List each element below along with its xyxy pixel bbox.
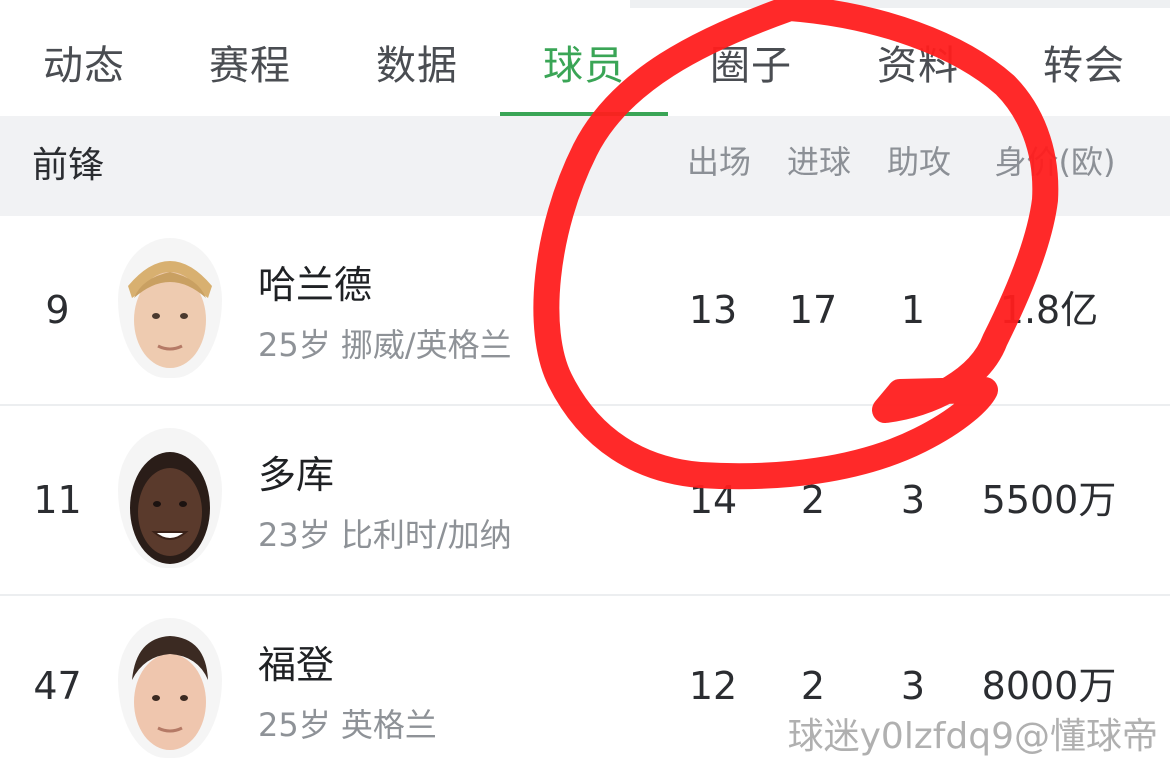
tab-label: 球员 xyxy=(543,43,625,89)
tab-data[interactable]: 数据 xyxy=(333,8,501,116)
player-info: 25岁 英格兰 xyxy=(258,706,437,744)
tab-label: 资料 xyxy=(877,43,959,89)
player-avatar xyxy=(118,238,222,378)
player-info: 25岁 挪威/英格兰 xyxy=(258,326,512,364)
tab-bar: 动态 赛程 数据 球员 圈子 资料 转会 xyxy=(0,8,1170,116)
position-header: 前锋 出场 进球 助攻 身价(欧) xyxy=(0,116,1170,216)
shirt-number: 11 xyxy=(33,478,82,522)
tab-circle[interactable]: 圈子 xyxy=(667,8,835,116)
stat-appearances: 14 xyxy=(688,478,738,522)
stat-value: 1.8亿 xyxy=(999,288,1099,332)
tab-profile[interactable]: 资料 xyxy=(834,8,1002,116)
stat-goals: 2 xyxy=(800,478,826,522)
stat-goals: 17 xyxy=(788,288,838,332)
stat-assists: 1 xyxy=(900,288,926,332)
tab-players[interactable]: 球员 xyxy=(500,8,668,116)
shirt-number: 47 xyxy=(33,664,82,708)
stat-value: 5500万 xyxy=(981,478,1117,522)
col-appearances: 出场 xyxy=(686,143,751,181)
player-avatar xyxy=(118,428,222,568)
stat-appearances: 12 xyxy=(688,664,738,708)
watermark: 球迷y0lzfdq9@懂球帝 xyxy=(787,716,1158,757)
tab-label: 动态 xyxy=(43,43,125,89)
player-avatar xyxy=(118,618,222,758)
player-name: 多库 xyxy=(258,453,335,497)
tab-label: 转会 xyxy=(1043,43,1125,89)
player-name: 哈兰德 xyxy=(258,263,373,307)
tab-label: 数据 xyxy=(376,43,458,89)
position-title: 前锋 xyxy=(32,145,105,186)
col-assists: 助攻 xyxy=(886,143,951,181)
col-value: 身价(欧) xyxy=(994,143,1116,181)
stat-assists: 3 xyxy=(900,478,926,522)
tab-label: 赛程 xyxy=(209,43,291,89)
top-divider xyxy=(0,0,1170,8)
tab-schedule[interactable]: 赛程 xyxy=(166,8,334,116)
tab-label: 圈子 xyxy=(710,43,792,89)
player-name: 福登 xyxy=(258,643,335,687)
col-goals: 进球 xyxy=(786,143,851,181)
player-row[interactable]: 9 哈兰德 25岁 挪威/英格兰 13 17 1 1.8亿 xyxy=(0,216,1170,406)
tab-transfers[interactable]: 转会 xyxy=(1000,8,1168,116)
shirt-number: 9 xyxy=(45,288,70,332)
player-info: 23岁 比利时/加纳 xyxy=(258,516,512,554)
player-row[interactable]: 11 多库 23岁 比利时/加纳 14 2 3 5500万 xyxy=(0,406,1170,596)
stat-appearances: 13 xyxy=(688,288,738,332)
tab-dynamics[interactable]: 动态 xyxy=(0,8,168,116)
